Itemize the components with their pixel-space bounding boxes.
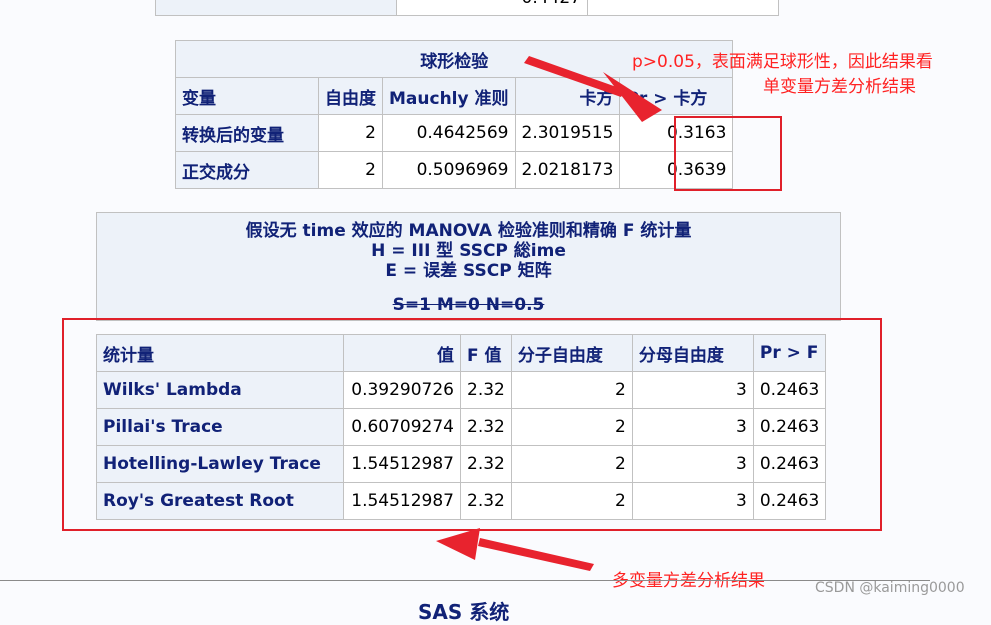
header-variable: 变量 bbox=[175, 77, 319, 115]
header-mauchly: Mauchly 准则 bbox=[382, 77, 516, 115]
chisq-cell: 2.3019515 bbox=[514, 114, 621, 152]
arrow-to-manova-icon bbox=[436, 528, 594, 571]
header-pr-chisq: Pr > 卡方 bbox=[619, 77, 734, 115]
top-partial-table: 0.4427 bbox=[155, 0, 779, 16]
header-chisq: 卡方 bbox=[514, 77, 621, 115]
sphericity-note-line1: p>0.05，表面满足球形性，因此结果看 bbox=[632, 52, 933, 72]
manova-title-line: 假设无 time 效应的 MANOVA 检验准则和精确 F 统计量 bbox=[245, 221, 692, 241]
manova-title-line: E = 误差 SSCP 矩阵 bbox=[385, 261, 552, 281]
manova-note: 多变量方差分析结果 bbox=[612, 571, 765, 591]
partial-cell-value: 0.4427 bbox=[396, 0, 588, 16]
pr-highlight-box bbox=[674, 116, 782, 191]
next-section-title: SAS 系统 bbox=[418, 600, 510, 624]
mauchly-cell: 0.5096969 bbox=[382, 151, 516, 189]
row-label: 转换后的变量 bbox=[175, 114, 319, 152]
table-row: 转换后的变量 2 0.4642569 2.3019515 0.3163 bbox=[175, 114, 734, 152]
section-divider bbox=[0, 580, 930, 581]
manova-title-line: H = III 型 SSCP 総ime bbox=[371, 241, 566, 261]
sphericity-note-line2: 单变量方差分析结果 bbox=[763, 77, 916, 97]
manova-caption: 假设无 time 效应的 MANOVA 检验准则和精确 F 统计量 H = II… bbox=[96, 212, 841, 321]
mauchly-cell: 0.4642569 bbox=[382, 114, 516, 152]
row-label: 正交成分 bbox=[175, 151, 319, 189]
watermark: CSDN @kaiming0000 bbox=[815, 580, 965, 596]
df-cell: 2 bbox=[318, 114, 383, 152]
chisq-cell: 2.0218173 bbox=[514, 151, 621, 189]
manova-highlight-box bbox=[62, 318, 882, 531]
manova-params: S=1 M=0 N=0.5 bbox=[392, 295, 545, 315]
table-row: 正交成分 2 0.5096969 2.0218173 0.3639 bbox=[175, 151, 734, 189]
df-cell: 2 bbox=[318, 151, 383, 189]
header-df: 自由度 bbox=[318, 77, 383, 115]
